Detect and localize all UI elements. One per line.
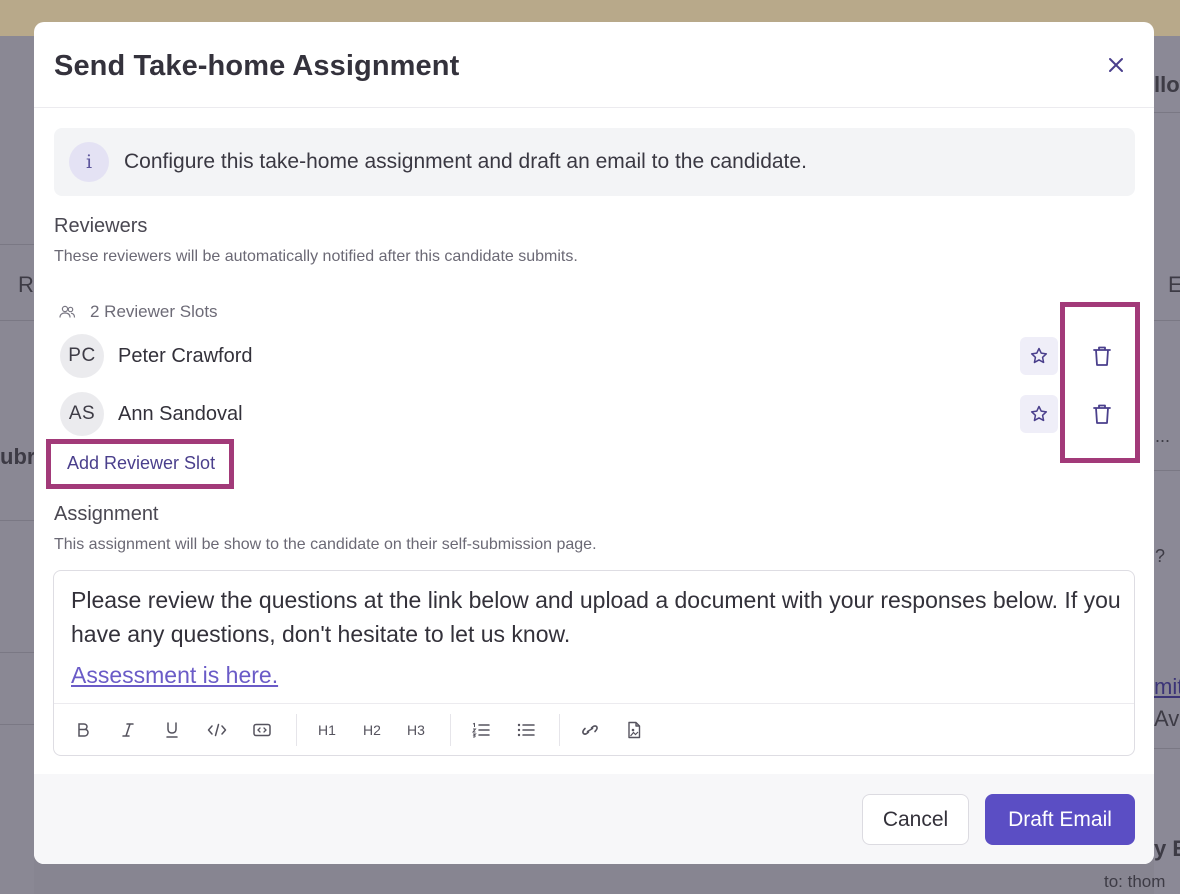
reviewer-slots-text: 2 Reviewer Slots (90, 302, 218, 321)
reviewer-row: PC Peter Crawford (60, 334, 1120, 380)
favorite-reviewer-button[interactable] (1020, 337, 1058, 375)
background-divider (0, 652, 34, 653)
underline-icon (166, 722, 178, 738)
assessment-link[interactable]: Assessment is here. (71, 662, 278, 689)
editor-toolbar: H1 H2 H3 (54, 703, 1134, 755)
italic-button[interactable] (114, 717, 142, 743)
assignment-help-text: This assignment will be show to the cand… (54, 536, 597, 553)
info-text: Configure this take-home assignment and … (124, 150, 807, 173)
ordered-list-icon (471, 722, 490, 738)
background-text: y E (1154, 836, 1180, 861)
reviewer-slots-count: 2 Reviewer Slots (58, 301, 218, 323)
background-divider (0, 520, 34, 521)
background-divider (0, 724, 34, 725)
bold-button[interactable] (69, 717, 97, 743)
background-text: llov (1154, 72, 1180, 97)
background-right-panel (1154, 36, 1180, 894)
background-text: Ave (1154, 706, 1180, 731)
send-assignment-modal: Send Take-home Assignment i Configure th… (34, 22, 1154, 864)
attach-file-button[interactable] (620, 717, 648, 743)
code-icon (207, 723, 227, 737)
background-text: to: thom (1104, 872, 1166, 891)
draft-email-button[interactable]: Draft Email (985, 794, 1135, 845)
background-link-text: mit (1154, 674, 1180, 699)
background-divider (0, 244, 34, 245)
favorite-reviewer-button[interactable] (1020, 395, 1058, 433)
background-divider (1154, 112, 1180, 113)
code-button[interactable] (203, 717, 231, 743)
avatar: AS (60, 392, 104, 436)
background-text: ubr (0, 444, 36, 469)
add-reviewer-slot-highlight: Add Reviewer Slot (46, 439, 234, 489)
heading-2-button[interactable]: H2 (358, 717, 386, 743)
heading-3-button[interactable]: H3 (402, 717, 430, 743)
background-divider (1154, 748, 1180, 749)
assignment-label: Assignment (54, 503, 159, 525)
info-icon: i (69, 142, 109, 182)
reviewer-name: Peter Crawford (118, 345, 253, 367)
editor-text[interactable]: Please review the questions at the link … (71, 583, 1121, 651)
users-icon (59, 305, 76, 318)
link-button[interactable] (576, 717, 604, 743)
modal-title: Send Take-home Assignment (54, 50, 460, 82)
star-icon (1030, 405, 1048, 422)
toolbar-divider (296, 714, 297, 746)
add-reviewer-slot-link[interactable]: Add Reviewer Slot (67, 453, 215, 474)
underline-button[interactable] (158, 717, 186, 743)
bullet-list-icon (517, 723, 535, 737)
star-icon (1030, 347, 1048, 364)
background-text: E (1168, 272, 1180, 297)
file-image-icon (628, 721, 641, 739)
avatar: PC (60, 334, 104, 378)
reviewers-label: Reviewers (54, 215, 148, 237)
delete-buttons-highlight (1060, 302, 1140, 463)
reviewers-help-text: These reviewers will be automatically no… (54, 248, 578, 265)
assignment-editor[interactable]: Please review the questions at the link … (53, 570, 1135, 756)
toolbar-divider (450, 714, 451, 746)
heading-1-button[interactable]: H1 (313, 717, 341, 743)
background-text: ? (1155, 546, 1166, 566)
bullet-list-button[interactable] (512, 717, 540, 743)
link-icon (582, 725, 598, 735)
italic-icon (122, 723, 134, 737)
reviewer-name: Ann Sandoval (118, 403, 243, 425)
background-text: ... (1155, 426, 1171, 446)
background-divider (1154, 470, 1180, 471)
code-block-icon (253, 723, 271, 737)
ordered-list-button[interactable] (467, 717, 495, 743)
background-divider (1154, 320, 1180, 321)
toolbar-divider (559, 714, 560, 746)
background-divider (0, 320, 34, 321)
cancel-button[interactable]: Cancel (862, 794, 969, 845)
info-banner: i Configure this take-home assignment an… (54, 128, 1135, 196)
reviewer-row: AS Ann Sandoval (60, 392, 1120, 438)
close-button[interactable] (1104, 53, 1128, 77)
bold-icon (78, 723, 89, 737)
close-icon (1109, 58, 1123, 72)
code-block-button[interactable] (248, 717, 276, 743)
modal-footer: Cancel Draft Email (34, 774, 1154, 864)
modal-header: Send Take-home Assignment (34, 22, 1154, 108)
